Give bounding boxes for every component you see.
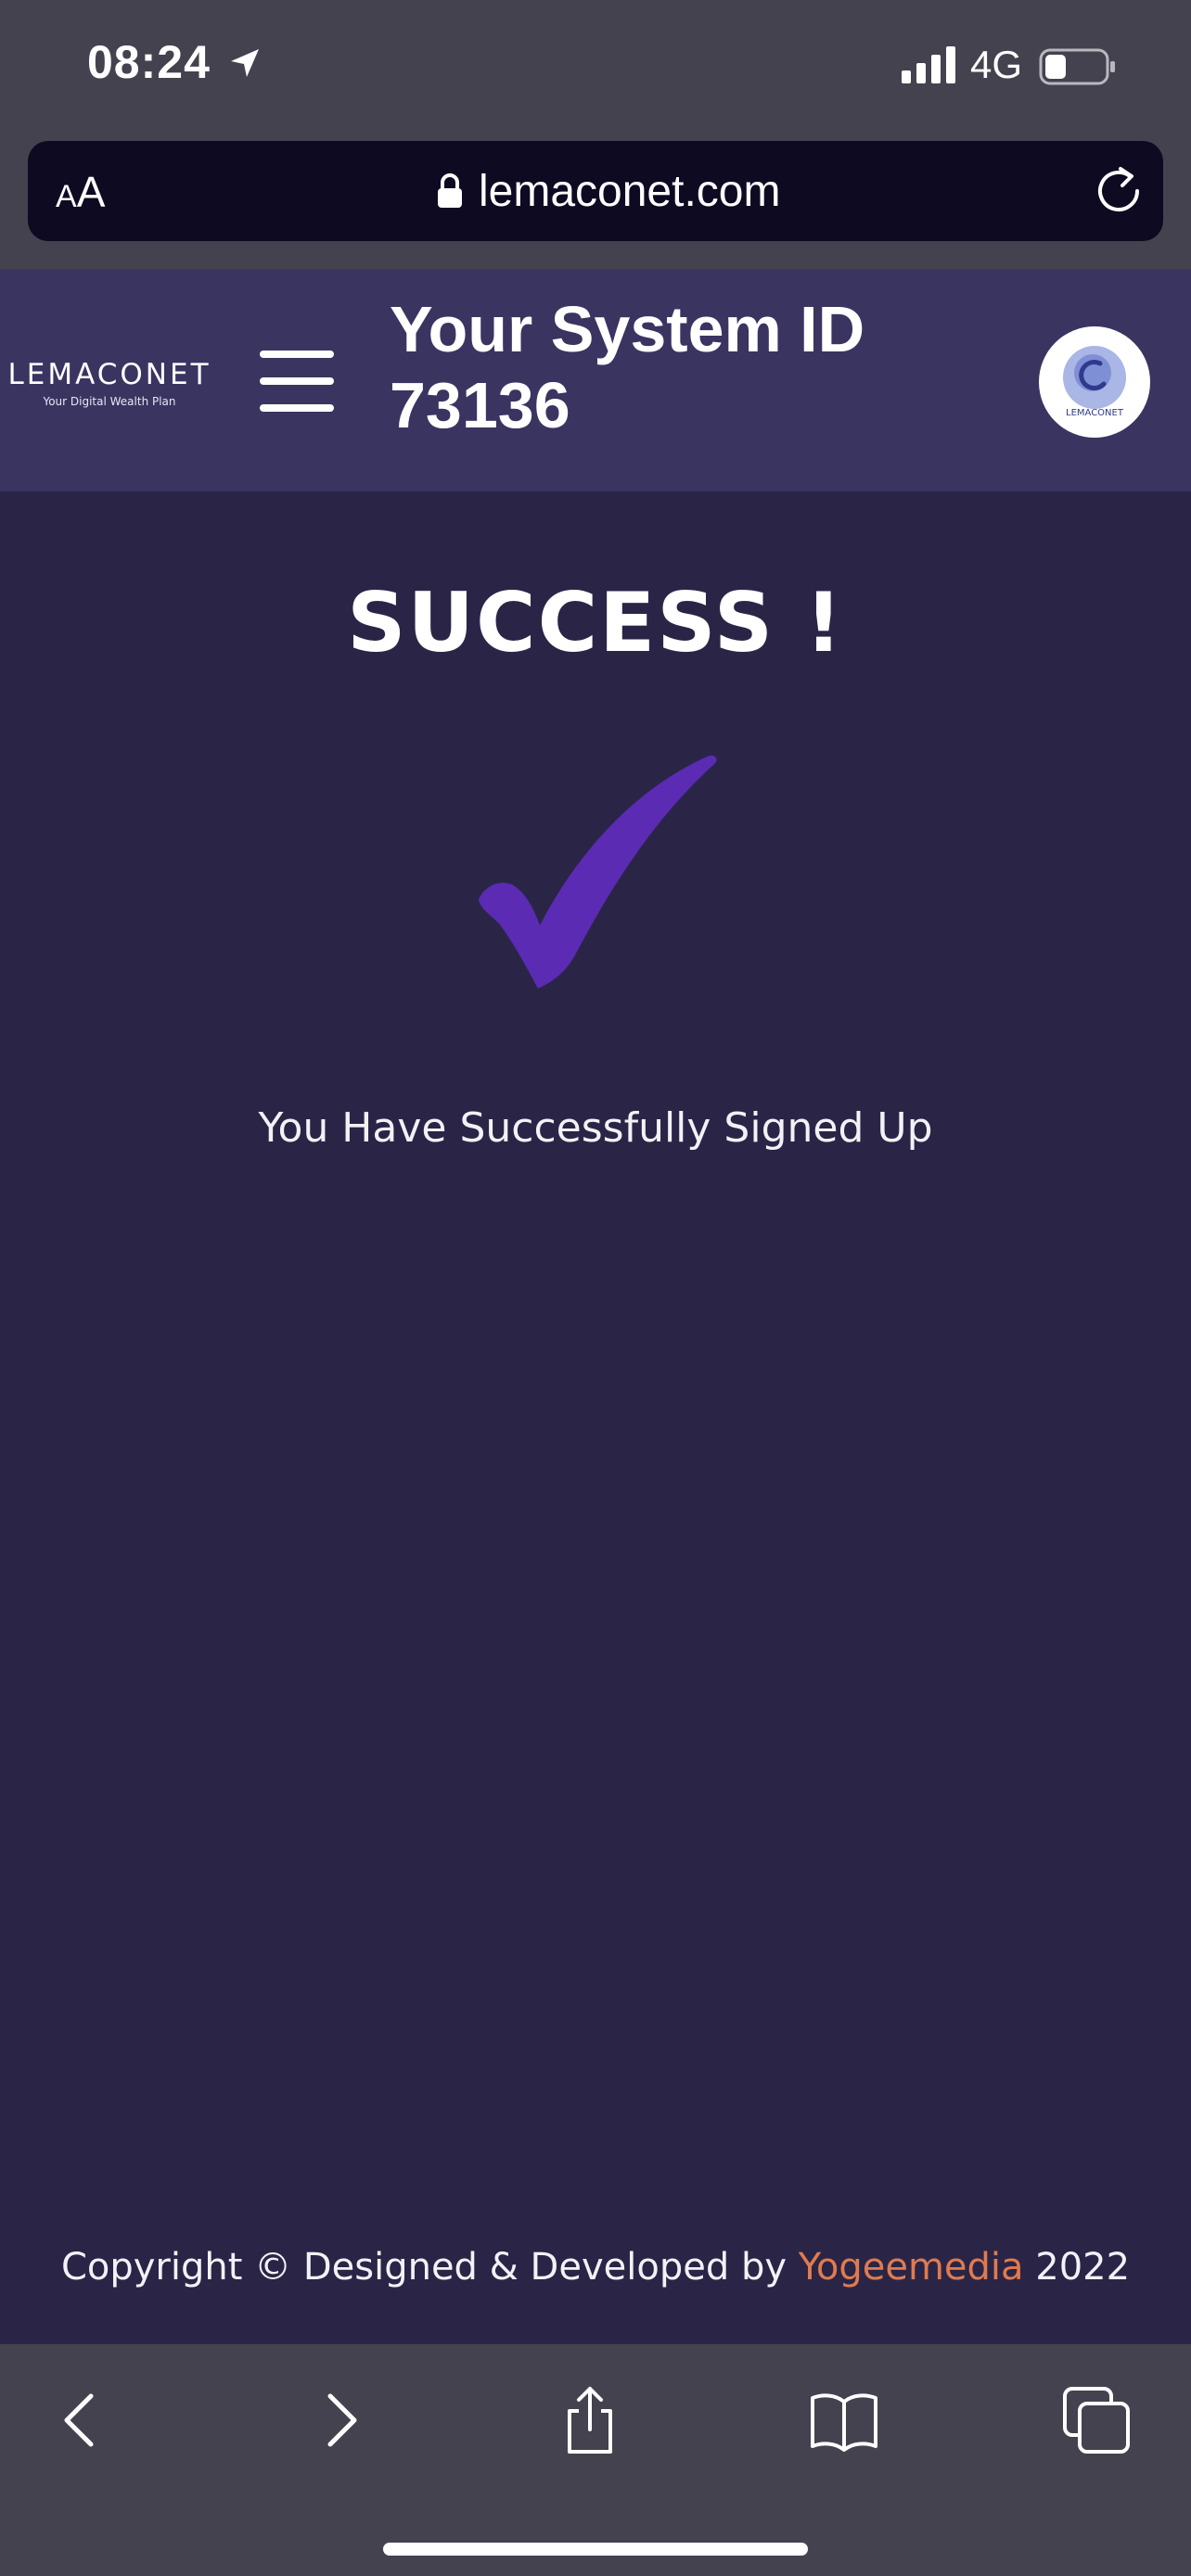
text-size-large-a: A [76, 168, 106, 216]
avatar-logo-icon: LEMACONET [1063, 346, 1126, 418]
forward-icon[interactable] [302, 2383, 377, 2457]
footer-year: 2022 [1035, 2246, 1131, 2289]
brand-logo[interactable]: LEMACONET Your Digital Wealth Plan [7, 358, 211, 408]
cellular-signal-icon [902, 46, 955, 83]
footer-brand-link[interactable]: Yogeemedia [799, 2246, 1024, 2289]
location-arrow-icon [231, 49, 259, 77]
home-indicator [383, 2543, 808, 2556]
footer-copyright: Copyright © Designed & Developed by Yoge… [0, 2235, 1191, 2300]
status-bar: 08:24 4G [0, 0, 1191, 139]
brand-tagline: Your Digital Wealth Plan [43, 395, 176, 408]
bookmarks-icon[interactable] [807, 2383, 881, 2457]
battery-icon [1039, 48, 1115, 85]
brand-name: LEMACONET [7, 358, 211, 391]
lock-icon [438, 173, 462, 208]
system-id-heading: Your System ID 73136 [390, 291, 909, 443]
text-size-small-a: A [56, 179, 77, 214]
success-title: SUCCESS ! [347, 575, 844, 670]
share-icon[interactable] [553, 2383, 627, 2457]
network-type: 4G [970, 43, 1023, 86]
site-header: LEMACONET Your Digital Wealth Plan Your … [0, 269, 1191, 491]
footer-prefix: Copyright © Designed & Developed by [60, 2246, 788, 2289]
success-message: You Have Successfully Signed Up [258, 1104, 933, 1152]
browser-toolbar [0, 2344, 1191, 2576]
tabs-icon[interactable] [1059, 2383, 1133, 2457]
url-text: lemaconet.com [479, 166, 781, 216]
browser-chrome-top: 08:24 4G AA lemaconet.com [0, 0, 1191, 269]
avatar[interactable]: LEMACONET [1039, 326, 1150, 438]
system-id-label: Your System ID [390, 293, 865, 365]
checkmark-icon [479, 755, 717, 988]
menu-hamburger-icon[interactable] [260, 351, 336, 412]
status-time: 08:24 [87, 36, 211, 88]
system-id-value: 73136 [390, 369, 570, 441]
reload-icon[interactable] [1093, 165, 1145, 217]
page: 08:24 4G AA lemaconet.com LEMACONET Your… [0, 0, 1191, 2576]
avatar-text: LEMACONET [1066, 408, 1124, 418]
address-bar[interactable]: AA lemaconet.com [28, 141, 1163, 241]
text-size-button[interactable]: AA [56, 167, 130, 219]
url-display[interactable]: lemaconet.com [436, 161, 780, 221]
back-icon[interactable] [45, 2383, 119, 2457]
